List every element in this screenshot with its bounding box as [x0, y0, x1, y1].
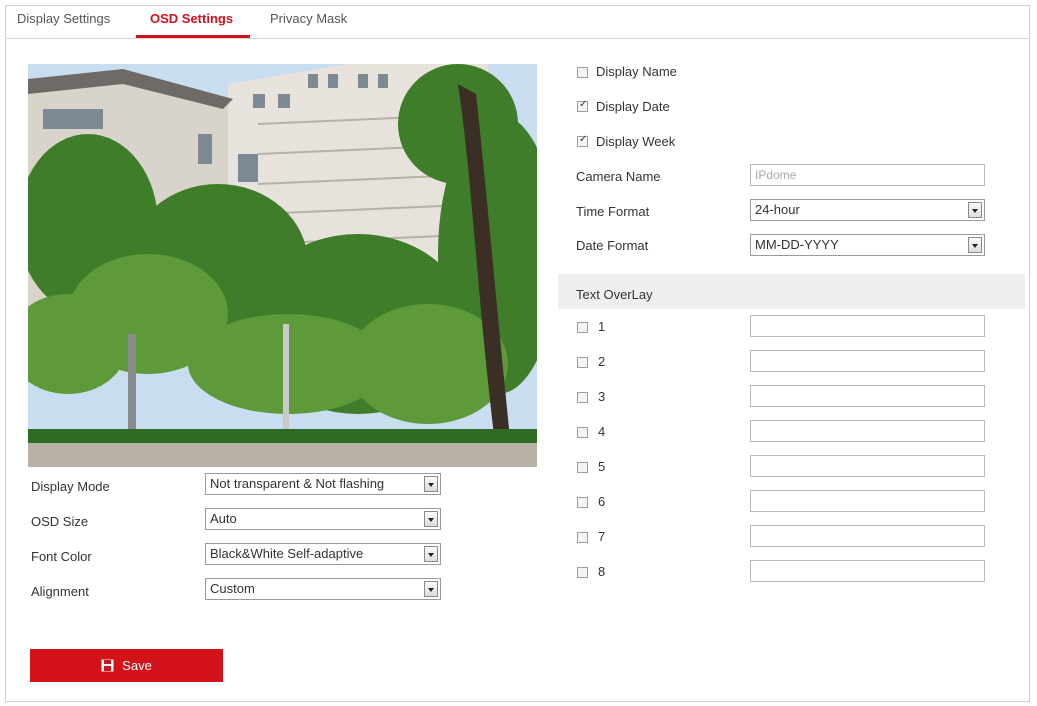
- live-preview[interactable]: [28, 64, 537, 467]
- display-mode-value: Not transparent & Not flashing: [210, 476, 385, 491]
- overlay-1-checkbox[interactable]: [577, 322, 588, 333]
- overlay-5-checkbox[interactable]: [577, 462, 588, 473]
- chevron-down-icon: [424, 476, 438, 492]
- overlay-1-label: 1: [598, 319, 606, 334]
- overlay-7-input[interactable]: [750, 525, 985, 547]
- camera-name-input[interactable]: IPdome: [750, 164, 985, 186]
- time-format-value: 24-hour: [755, 202, 800, 217]
- display-date-checkbox[interactable]: [577, 99, 588, 112]
- tab-osd-settings[interactable]: OSD Settings: [150, 11, 233, 26]
- overlay-7-label: 7: [598, 529, 606, 544]
- overlay-3-checkbox[interactable]: [577, 392, 588, 403]
- camera-name-value: IPdome: [755, 168, 797, 182]
- overlay-2-input[interactable]: [750, 350, 985, 372]
- display-date-label: Display Date: [596, 99, 670, 114]
- tab-display-settings[interactable]: Display Settings: [17, 11, 110, 26]
- alignment-select[interactable]: Custom: [205, 578, 441, 600]
- overlay-2-label: 2: [598, 354, 606, 369]
- overlay-8-checkbox[interactable]: [577, 567, 588, 578]
- date-format-select[interactable]: MM-DD-YYYY: [750, 234, 985, 256]
- chevron-down-icon: [968, 202, 982, 218]
- active-tab-indicator: [136, 35, 250, 38]
- chevron-down-icon: [424, 546, 438, 562]
- text-overlay-title: Text OverLay: [576, 287, 653, 302]
- overlay-4-input[interactable]: [750, 420, 985, 442]
- time-format-label: Time Format: [576, 204, 650, 219]
- save-label: Save: [122, 658, 152, 673]
- overlay-5-label: 5: [598, 459, 606, 474]
- overlay-8-input[interactable]: [750, 560, 985, 582]
- font-color-label: Font Color: [31, 549, 92, 564]
- display-week-label: Display Week: [596, 134, 676, 149]
- date-format-label: Date Format: [576, 238, 649, 253]
- overlay-6-label: 6: [598, 494, 606, 509]
- display-name-label: Display Name: [596, 64, 677, 79]
- overlay-1-input[interactable]: [750, 315, 985, 337]
- display-mode-select[interactable]: Not transparent & Not flashing: [205, 473, 441, 495]
- preview-scene: [28, 64, 537, 467]
- overlay-6-input[interactable]: [750, 490, 985, 512]
- overlay-7-checkbox[interactable]: [577, 532, 588, 543]
- chevron-down-icon: [424, 511, 438, 527]
- overlay-4-label: 4: [598, 424, 606, 439]
- alignment-label: Alignment: [31, 584, 89, 599]
- date-format-value: MM-DD-YYYY: [755, 237, 839, 252]
- display-name-checkbox[interactable]: [577, 67, 588, 78]
- chevron-down-icon: [968, 237, 982, 253]
- overlay-5-input[interactable]: [750, 455, 985, 477]
- overlay-3-label: 3: [598, 389, 606, 404]
- display-mode-label: Display Mode: [31, 479, 110, 494]
- chevron-down-icon: [424, 581, 438, 597]
- osd-size-label: OSD Size: [31, 514, 89, 529]
- overlay-8-label: 8: [598, 564, 606, 579]
- overlay-3-input[interactable]: [750, 385, 985, 407]
- osd-size-select[interactable]: Auto: [205, 508, 441, 530]
- overlay-4-checkbox[interactable]: [577, 427, 588, 438]
- save-button[interactable]: Save: [30, 649, 223, 682]
- camera-name-label: Camera Name: [576, 169, 661, 184]
- overlay-6-checkbox[interactable]: [577, 497, 588, 508]
- overlay-2-checkbox[interactable]: [577, 357, 588, 368]
- display-week-checkbox[interactable]: [577, 134, 588, 147]
- font-color-select[interactable]: Black&White Self-adaptive: [205, 543, 441, 565]
- font-color-value: Black&White Self-adaptive: [210, 546, 364, 561]
- save-icon: [101, 659, 114, 672]
- alignment-value: Custom: [210, 581, 255, 596]
- osd-size-value: Auto: [210, 511, 237, 526]
- tab-privacy-mask[interactable]: Privacy Mask: [270, 11, 347, 26]
- time-format-select[interactable]: 24-hour: [750, 199, 985, 221]
